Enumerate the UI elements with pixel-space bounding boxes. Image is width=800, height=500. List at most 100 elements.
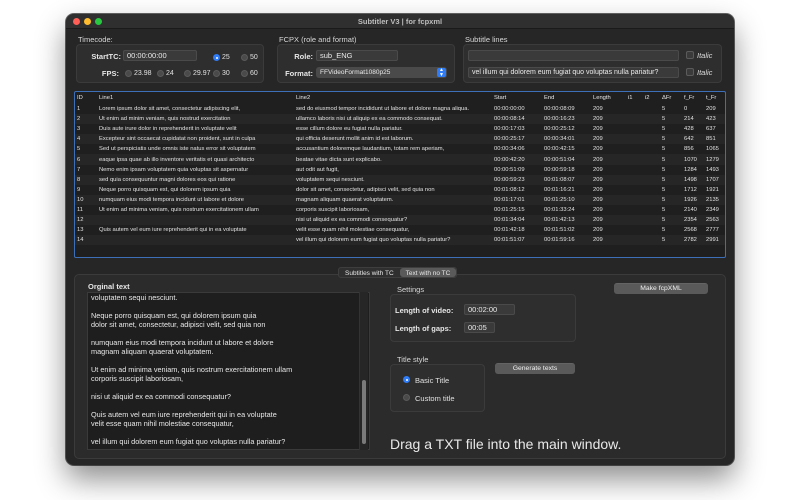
table-cell: 642: [684, 136, 694, 143]
table-cell: 5: [662, 126, 666, 133]
table-cell: [97, 215, 294, 225]
line1-italic-checkbox[interactable]: [686, 51, 694, 59]
column-header[interactable]: Start: [492, 92, 542, 104]
table-cell: 7: [77, 166, 81, 173]
column-header[interactable]: ID: [75, 92, 97, 104]
column-header[interactable]: Line2: [294, 92, 492, 104]
table-row[interactable]: 7 Nemo enim ipsam voluptatem quia volupta…: [75, 164, 725, 175]
table-row[interactable]: 14 vel illum qui dolorem eum fugiat quo v…: [75, 235, 725, 246]
table-cell: 209: [593, 227, 603, 234]
table-cell: [643, 175, 660, 185]
table-row[interactable]: 5 Sed ut perspiciatis unde omnis iste nat…: [75, 144, 725, 155]
mode-tabs[interactable]: Subtitles with TC Text with no TC: [338, 267, 458, 278]
table-cell: 209: [593, 196, 603, 203]
fps-24-radio[interactable]: [157, 70, 164, 77]
table-row[interactable]: 12 nisi ut aliquid ex ea commodi consequa…: [75, 215, 725, 226]
table-cell: nisi ut aliquid ex ea commodi consequatu…: [296, 217, 408, 224]
table-cell: beatae vitae dicta sunt explicabo.: [296, 156, 382, 163]
table-cell: Ut enim ad minima veniam, quis nostrum e…: [99, 206, 259, 213]
role-field[interactable]: sub_ENG: [316, 50, 398, 61]
table-row[interactable]: 6 eaque ipsa quae ab illo inventore verit…: [75, 154, 725, 165]
app-window: Subtitler V3 | for fcpxml Timecode: Star…: [66, 14, 734, 465]
table-cell: 00:01:51:02: [544, 227, 575, 234]
table-cell: 209: [593, 237, 603, 244]
table-cell: 00:01:42:18: [494, 227, 525, 234]
subtitles-table[interactable]: ID Line1 Line2 Start End Length i1 i2 ΔFr f_Fr t_F…: [74, 91, 726, 258]
line1-italic-label: Italic: [697, 51, 713, 60]
table-cell: 1498: [684, 176, 697, 183]
tab-subtitles-with-tc[interactable]: Subtitles with TC: [339, 268, 400, 277]
basic-title-radio[interactable]: [403, 376, 410, 383]
generate-texts-button[interactable]: Generate texts: [495, 363, 575, 374]
column-header[interactable]: f_Fr: [682, 92, 704, 104]
table-cell: magnam aliquam quaerat voluptatem.: [296, 196, 394, 203]
fps-50-radio[interactable]: [241, 54, 248, 61]
column-header[interactable]: Line1: [97, 92, 294, 104]
fps-25-label: 25: [222, 54, 230, 61]
table-cell: 1284: [684, 166, 697, 173]
fps-29-97-radio[interactable]: [184, 70, 191, 77]
table-cell: 423: [706, 116, 716, 123]
table-cell: 209: [593, 166, 603, 173]
table-row[interactable]: 3 Duis aute irure dolor in reprehenderit …: [75, 124, 725, 135]
subtitle-line1-field[interactable]: [468, 50, 679, 61]
column-header[interactable]: ΔFr: [660, 92, 682, 104]
table-cell: 1926: [684, 196, 697, 203]
table-cell: sed quia consequuntur magni dolores eos …: [99, 176, 236, 183]
make-fcpxml-button[interactable]: Make fcpXML: [614, 283, 708, 294]
table-cell: [643, 185, 660, 195]
fps-25-radio[interactable]: [213, 54, 220, 61]
table-cell: [643, 195, 660, 205]
subtitle-line2-field[interactable]: vel illum qui dolorem eum fugiat quo vol…: [468, 67, 679, 78]
fps-30-radio[interactable]: [213, 70, 220, 77]
table-cell: Neque porro quisquam est, qui dolorem ip…: [99, 186, 231, 193]
table-row[interactable]: 1 Lorem ipsum dolor sit amet, consectetur…: [75, 104, 725, 115]
table-cell: 5: [662, 227, 666, 234]
table-row[interactable]: 11 Ut enim ad minima veniam, quis nostrum…: [75, 204, 725, 216]
table-cell: 00:01:25:15: [494, 206, 525, 213]
table-cell: 5: [662, 136, 666, 143]
column-header[interactable]: i1: [626, 92, 643, 104]
table-row[interactable]: 2 Ut enim ad minim veniam, quis nostrud e…: [75, 114, 725, 125]
scrollbar-thumb[interactable]: [362, 380, 366, 444]
table-cell: 2568: [684, 227, 697, 234]
table-row[interactable]: 4 Excepteur sint occaecat cupidatat non p…: [75, 134, 725, 145]
fps-23-98-radio[interactable]: [125, 70, 132, 77]
table-cell: 428: [684, 126, 694, 133]
start-tc-field[interactable]: 00:00:00:00: [123, 50, 197, 61]
column-header[interactable]: End: [542, 92, 591, 104]
table-cell: 1493: [706, 166, 719, 173]
original-text-area[interactable]: voluptatem sequi nesciunt. Neque porro q…: [87, 292, 370, 450]
length-of-video-field[interactable]: 00:02:00: [464, 304, 515, 315]
table-cell: 5: [662, 116, 666, 123]
table-cell: 00:00:51:09: [494, 166, 525, 173]
table-cell: 2140: [684, 206, 697, 213]
table-cell: 2991: [706, 237, 719, 244]
line2-italic-checkbox[interactable]: [686, 68, 694, 76]
original-text-scrollbar[interactable]: [359, 292, 368, 450]
table-cell: [626, 175, 643, 185]
table-cell: [626, 195, 643, 205]
table-row[interactable]: 10 numquam eius modi tempora incidunt ut …: [75, 194, 725, 205]
table-cell: 00:01:51:07: [494, 237, 525, 244]
original-text-content: voluptatem sequi nesciunt. Neque porro q…: [91, 293, 293, 446]
table-cell: 00:01:34:04: [494, 217, 525, 224]
table-row[interactable]: 8 sed quia consequuntur magni dolores eos…: [75, 174, 725, 185]
table-cell: [643, 124, 660, 134]
table-row[interactable]: 13 Quis autem vel eum iure reprehenderit …: [75, 225, 725, 236]
format-popup[interactable]: FFVideoFormat1080p25 ▲ ▼: [316, 67, 447, 78]
table-cell: 637: [706, 126, 716, 133]
length-of-gaps-field[interactable]: 00:05: [464, 322, 495, 333]
custom-title-radio[interactable]: [403, 394, 410, 401]
table-cell: [643, 215, 660, 225]
table-cell: 1921: [706, 186, 719, 193]
role-label: Role:: [294, 52, 313, 61]
tab-text-with-no-tc[interactable]: Text with no TC: [399, 268, 457, 277]
column-header[interactable]: i2: [643, 92, 660, 104]
table-cell: 5: [662, 176, 666, 183]
table-cell: 209: [593, 186, 603, 193]
column-header[interactable]: Length: [591, 92, 626, 104]
column-header[interactable]: t_Fr: [704, 92, 725, 104]
fps-60-radio[interactable]: [241, 70, 248, 77]
table-row[interactable]: 9 Neque porro quisquam est, qui dolorem i…: [75, 184, 725, 195]
